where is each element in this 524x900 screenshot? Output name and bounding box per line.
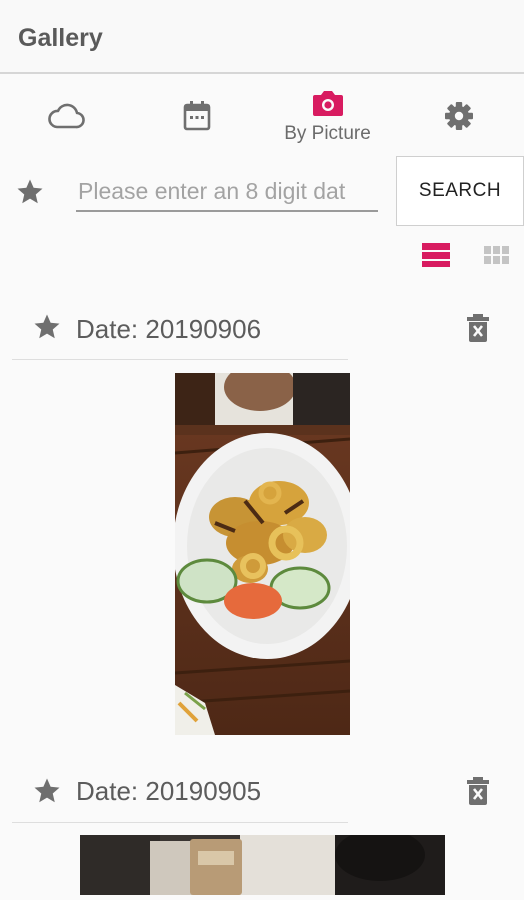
star-icon[interactable] xyxy=(31,776,63,806)
tab-by-picture[interactable]: By Picture xyxy=(262,76,393,156)
tab-cloud[interactable] xyxy=(0,76,131,156)
tab-bar: By Picture xyxy=(0,76,524,156)
star-icon[interactable] xyxy=(31,312,63,342)
entry-date: Date: 20190906 xyxy=(76,314,262,344)
list-view-icon[interactable] xyxy=(420,240,452,270)
app-title: Gallery xyxy=(18,24,103,52)
entry-header: Date: 20190905 xyxy=(0,764,524,820)
entry-header: Date: 20190906 xyxy=(0,302,524,358)
tab-label-by-picture: By Picture xyxy=(284,123,371,144)
delete-icon[interactable] xyxy=(465,313,491,343)
cloud-icon xyxy=(47,103,85,129)
entry-photo[interactable] xyxy=(80,835,445,895)
search-row: SEARCH xyxy=(0,156,524,228)
search-button[interactable]: SEARCH xyxy=(396,156,524,226)
calendar-icon xyxy=(183,101,210,131)
grid-view-icon[interactable] xyxy=(482,244,510,266)
entry-divider xyxy=(12,822,348,823)
tab-calendar[interactable] xyxy=(131,76,262,156)
entry-divider xyxy=(12,359,348,360)
tab-settings[interactable] xyxy=(393,76,524,156)
app-bar: Gallery xyxy=(0,0,524,74)
favorite-filter-star-icon[interactable] xyxy=(14,177,46,207)
entry-photo[interactable] xyxy=(175,373,350,735)
gear-icon xyxy=(444,102,473,130)
date-search-input[interactable] xyxy=(76,172,378,212)
entry-date: Date: 20190905 xyxy=(76,776,262,806)
delete-icon[interactable] xyxy=(465,776,491,806)
camera-icon xyxy=(312,91,343,116)
